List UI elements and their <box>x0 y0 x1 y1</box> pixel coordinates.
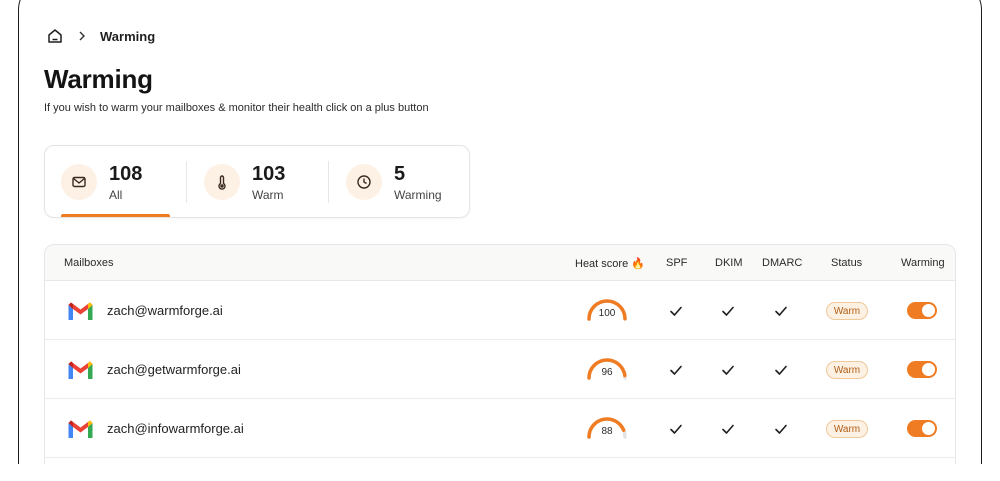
header-status[interactable]: Status <box>831 257 862 269</box>
toggle-knob <box>922 363 935 376</box>
mailbox-email[interactable]: zach@warmforge.ai <box>107 281 223 339</box>
breadcrumb-current: Warming <box>100 28 156 44</box>
home-icon[interactable] <box>46 27 64 45</box>
stat-label: Warming <box>394 187 442 202</box>
status-badge: Warm <box>826 302 868 320</box>
dkim-check-icon <box>721 304 735 316</box>
table-row[interactable]: zach@getwarmforge.ai 96 Warm <box>45 340 955 399</box>
mailbox-email[interactable]: zach@getwarmforge.ai <box>107 340 241 398</box>
heat-score-value: 100 <box>598 308 616 319</box>
mailboxes-table: Mailboxes Heat score 🔥 SPF DKIM DMARC St… <box>44 244 956 481</box>
breadcrumb: Warming <box>46 27 155 45</box>
mail-icon <box>61 164 97 200</box>
page-title: Warming <box>44 64 153 94</box>
spf-check-icon <box>669 363 683 375</box>
header-dkim[interactable]: DKIM <box>715 257 743 269</box>
header-mailboxes[interactable]: Mailboxes <box>64 257 114 269</box>
table-row[interactable]: zach@warmforge.ai 100 Warm <box>45 281 955 340</box>
stats-card: 108 All 103 Warm 5 Warming <box>44 145 470 218</box>
status-badge: Warm <box>826 420 868 438</box>
stat-warming[interactable]: 5 Warming <box>346 146 442 217</box>
stat-warm[interactable]: 103 Warm <box>204 146 286 217</box>
viewport-edge <box>0 464 1000 481</box>
header-dmarc[interactable]: DMARC <box>762 257 802 269</box>
table-header: Mailboxes Heat score 🔥 SPF DKIM DMARC St… <box>45 245 955 281</box>
dmarc-check-icon <box>774 304 788 316</box>
stat-count: 5 <box>394 162 406 185</box>
divider <box>328 161 329 203</box>
active-tab-indicator <box>61 214 170 217</box>
mailbox-email[interactable]: zach@infowarmforge.ai <box>107 399 244 457</box>
header-spf[interactable]: SPF <box>666 257 687 269</box>
gmail-icon <box>67 418 94 439</box>
spf-check-icon <box>669 304 683 316</box>
heat-score-value: 88 <box>601 426 613 437</box>
gmail-icon <box>67 300 94 321</box>
spf-check-icon <box>669 422 683 434</box>
thermometer-icon <box>204 164 240 200</box>
toggle-knob <box>922 304 935 317</box>
warming-toggle[interactable] <box>907 302 937 319</box>
dkim-check-icon <box>721 363 735 375</box>
status-badge: Warm <box>826 361 868 379</box>
dkim-check-icon <box>721 422 735 434</box>
warming-toggle[interactable] <box>907 420 937 437</box>
warming-toggle[interactable] <box>907 361 937 378</box>
stat-label: Warm <box>252 187 284 202</box>
divider <box>186 161 187 203</box>
page-subtitle: If you wish to warm your mailboxes & mon… <box>44 102 429 114</box>
stat-label: All <box>109 187 123 202</box>
gmail-icon <box>67 359 94 380</box>
header-heat-score[interactable]: Heat score 🔥 <box>575 257 645 270</box>
stat-count: 108 <box>109 162 143 185</box>
toggle-knob <box>922 422 935 435</box>
dmarc-check-icon <box>774 422 788 434</box>
header-warming[interactable]: Warming <box>901 257 945 269</box>
heat-score-value: 96 <box>601 367 613 378</box>
chevron-right-icon <box>78 31 86 41</box>
table-row[interactable]: zach@infowarmforge.ai 88 Warm <box>45 399 955 458</box>
dmarc-check-icon <box>774 363 788 375</box>
stat-count: 103 <box>252 162 286 185</box>
clock-icon <box>346 164 382 200</box>
stat-all[interactable]: 108 All <box>61 146 143 217</box>
